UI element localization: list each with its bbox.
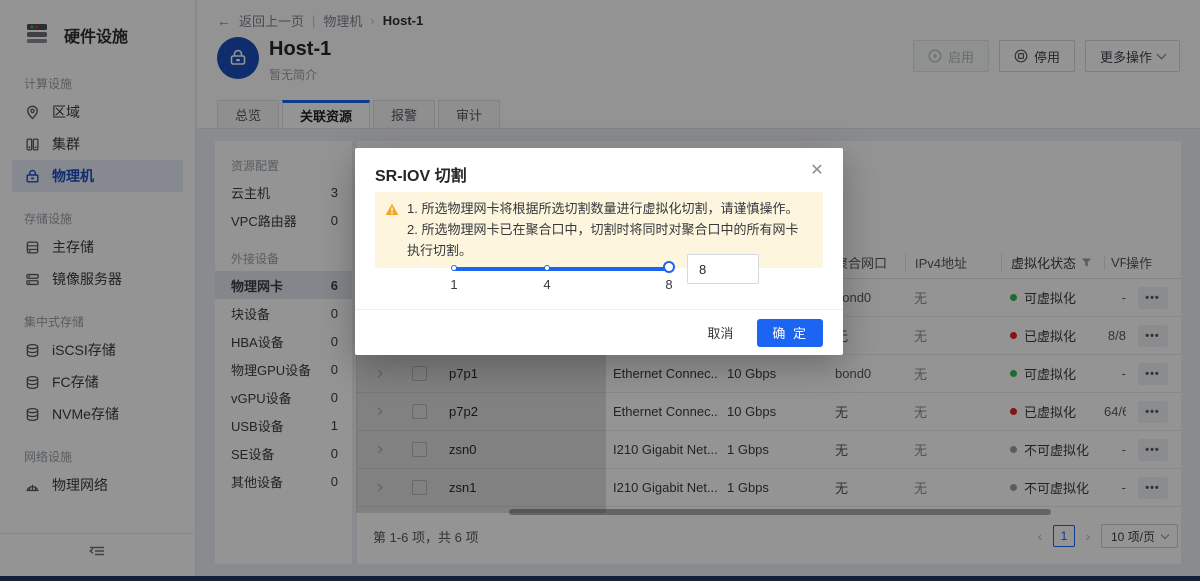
- split-count-slider: 1 4 8: [452, 261, 672, 291]
- modal-footer: 取消 确 定: [355, 309, 843, 355]
- slider-label-max: 8: [665, 277, 672, 292]
- slider-mark-mid: [544, 265, 550, 271]
- warning-lines: 1. 所选物理网卡将根据所选切割数量进行虚拟化切割，请谨慎操作。 2. 所选物理…: [407, 198, 811, 261]
- cancel-button[interactable]: 取消: [701, 319, 739, 346]
- warning-line: 1. 所选物理网卡将根据所选切割数量进行虚拟化切割，请谨慎操作。: [407, 198, 811, 219]
- modal-title: SR-IOV 切割: [375, 162, 467, 186]
- slider-mark-min: [451, 265, 457, 271]
- slider-label-mid: 4: [543, 277, 550, 292]
- slider-track[interactable]: [452, 267, 672, 271]
- slider-labels: 1 4 8: [452, 277, 672, 291]
- close-icon[interactable]: ✕: [806, 159, 828, 181]
- confirm-button[interactable]: 确 定: [757, 319, 823, 347]
- slider-handle[interactable]: [663, 261, 675, 273]
- slider-label-min: 1: [450, 277, 457, 292]
- split-count-input[interactable]: [687, 254, 759, 284]
- page: 硬件设施 计算设施区域集群物理机存储设施主存储镜像服务器集中式存储iSCSI存储…: [0, 0, 1200, 581]
- warning-icon: [385, 201, 399, 261]
- sriov-modal: SR-IOV 切割 ✕ 1. 所选物理网卡将根据所选切割数量进行虚拟化切割，请谨…: [355, 148, 843, 355]
